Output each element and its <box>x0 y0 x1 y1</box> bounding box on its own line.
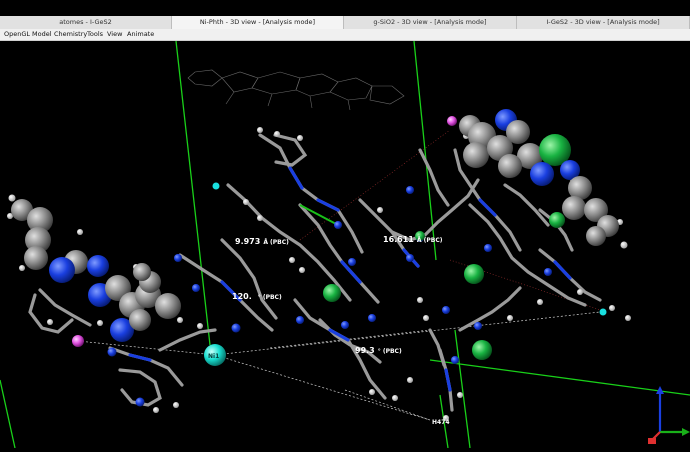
tab-ni-phth-3d-view[interactable]: Ni-Phth - 3D view - [Analysis mode] <box>172 16 344 29</box>
molecular-scene[interactable]: 9.973 Å (PBC) 16.611 Å (PBC) 120. ° (PBC) 9… <box>0 40 690 449</box>
distance-2-value: 16.611 <box>383 235 414 244</box>
menu-opengl[interactable]: OpenGL <box>4 29 30 40</box>
opengl-3d-viewport[interactable]: 9.973 Å (PBC) 16.611 Å (PBC) 120. ° (PBC) 9… <box>0 40 690 449</box>
background-wireframe-molecule <box>187 69 405 111</box>
tab-label: I-GeS2 - 3D view - [Analysis mode] <box>546 18 660 26</box>
tab-bar: atomes - I-GeS2 Ni-Phth - 3D view - [Ana… <box>0 0 690 30</box>
angle-2-unit: ° (PBC) <box>378 348 402 355</box>
distance-1-unit: Å (PBC) <box>263 239 289 246</box>
tab-label: atomes - I-GeS2 <box>59 18 112 26</box>
menu-view[interactable]: View <box>107 29 122 40</box>
measurement-lines <box>77 311 601 421</box>
atom-label-h474: H474 <box>432 419 450 426</box>
unit-cell-box <box>0 40 690 449</box>
distance-1-value: 9.973 <box>235 237 260 246</box>
stick-nitrogen-segments <box>128 166 572 392</box>
tab-label: Ni-Phth - 3D view - [Analysis mode] <box>199 18 316 26</box>
menu-tools[interactable]: Tools <box>87 29 103 40</box>
tab-g-sio2-3d-view[interactable]: g-SiO2 - 3D view - [Analysis mode] <box>344 16 517 29</box>
svg-text:9.973Å (PBC): 9.973 Å (PBC) <box>235 237 289 246</box>
menu-animate[interactable]: Animate <box>127 29 154 40</box>
angle-1-value: 120. <box>232 292 252 301</box>
spacefill-molecule-right <box>447 109 619 246</box>
atom-label-ni1: Ni1 <box>208 353 219 360</box>
svg-text:16.611Å (PBC): 16.611 Å (PBC) <box>383 235 443 244</box>
menu-bar: OpenGL Model Chemistry Tools View Animat… <box>0 29 690 41</box>
application-window: atomes - I-GeS2 Ni-Phth - 3D view - [Ana… <box>0 0 690 449</box>
angle-1-unit: ° (PBC) <box>258 294 282 301</box>
angle-2-value: 99.3 <box>355 346 375 355</box>
tab-atomes-i-ges2[interactable]: atomes - I-GeS2 <box>0 16 172 29</box>
svg-text:99.3° (PBC): 99.3 ° (PBC) <box>355 346 402 355</box>
spacefill-molecule-left <box>11 199 181 347</box>
tab-i-ges2-3d-view[interactable]: I-GeS2 - 3D view - [Analysis mode] <box>517 16 690 29</box>
svg-text:120.° (PBC): 120. ° (PBC) <box>232 292 282 301</box>
tab-label: g-SiO2 - 3D view - [Analysis mode] <box>373 18 487 26</box>
distance-2-unit: Å (PBC) <box>417 237 443 244</box>
menu-chemistry[interactable]: Chemistry <box>54 29 87 40</box>
menu-model[interactable]: Model <box>32 29 52 40</box>
